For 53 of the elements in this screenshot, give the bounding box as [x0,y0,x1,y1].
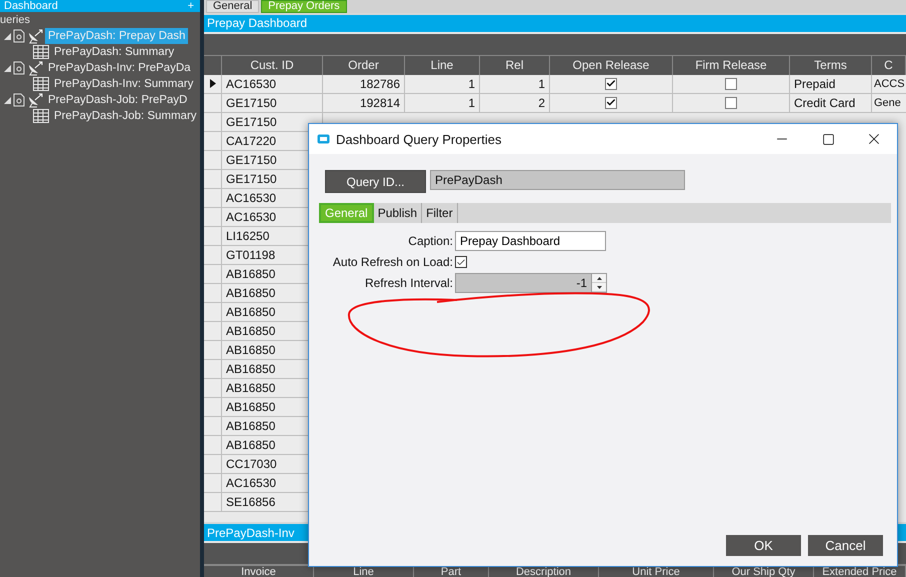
document-search-icon [13,29,25,43]
section-label: ueries [0,13,31,28]
checkbox[interactable] [725,78,737,90]
dialog-title: Dashboard Query Properties [336,132,502,146]
tree-item[interactable]: PrePayDash-Job: Summary [51,108,200,124]
table-icon [33,45,49,59]
table-cell: 182786 [323,74,405,94]
panel-title: Dashboard [4,0,58,12]
table-cell: 192814 [323,94,405,113]
tree-item[interactable]: PrePayDash-Inv: PrePayDa [45,60,194,76]
tree-item[interactable]: PrePayDash: Summary [51,44,178,60]
dialog-button[interactable]: OK [726,535,801,556]
checkbox[interactable] [455,256,467,268]
satellite-dish-icon [27,28,43,44]
tree-item[interactable]: PrePayDash-Inv: Summary [51,76,196,92]
field-label: Caption: [407,234,454,248]
query-id-field[interactable]: PrePayDash [430,170,685,190]
app-icon [317,134,330,144]
document-search-icon [13,93,25,107]
tab[interactable]: Publish [374,203,422,223]
table-icon [33,77,49,91]
satellite-dish-icon [27,60,43,76]
expander-icon[interactable] [4,32,11,40]
tab[interactable]: General [206,0,260,13]
expander-icon[interactable] [4,96,11,104]
panel-title: PrePayDash-Inv [207,526,294,540]
tab[interactable]: Filter [422,203,458,223]
table-cell: GE17150 [222,94,323,113]
document-search-icon [13,61,25,75]
checkbox[interactable] [605,78,617,90]
table-cell: Prepaid [790,74,872,94]
expander-icon[interactable] [4,64,11,72]
current-row-icon [210,79,216,88]
table-cell: 1 [405,74,480,94]
table-cell: 1 [480,74,550,94]
caption-field[interactable]: Prepay Dashboard [455,231,606,251]
spin-down-icon[interactable] [596,286,602,288]
field-label: Auto Refresh on Load: [332,255,454,269]
table-cell: 1 [405,94,480,113]
spin-up-icon[interactable] [596,276,602,280]
table-cell: Credit Card [790,94,872,113]
tree-item[interactable]: PrePayDash-Job: PrePayD [45,92,190,108]
table-icon [33,109,49,123]
table-cell: AC16530 [222,74,323,94]
checkbox[interactable] [605,96,617,109]
satellite-dish-icon [27,92,43,108]
panel-title: Prepay Dashboard [207,16,308,30]
checkbox[interactable] [725,96,737,109]
query-id-button[interactable]: Query ID... [325,170,426,193]
dialog-button[interactable]: Cancel [808,535,883,556]
maximize-icon[interactable] [822,132,834,146]
field-label: Refresh Interval: [364,276,454,290]
table-cell: 2 [480,94,550,113]
